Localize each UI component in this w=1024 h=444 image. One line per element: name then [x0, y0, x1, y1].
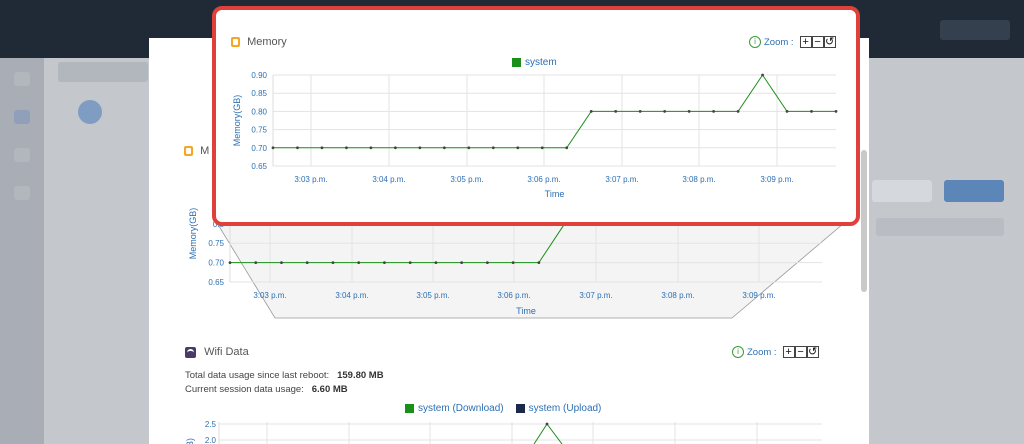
y-axis-label: (B) [185, 438, 195, 444]
memory-zoom-label: Zoom : [764, 36, 794, 48]
data-point[interactable] [460, 261, 464, 264]
wifi-section-title: Wifi Data [185, 346, 249, 358]
series-line-download [533, 423, 563, 444]
wifi-zoom-controls: i Zoom : + − ↺ [732, 346, 819, 358]
legend-label-upload[interactable]: system (Upload) [529, 403, 602, 414]
wifi-zoom-out-button[interactable]: − [794, 346, 807, 358]
wifi-total-label: Total data usage since last reboot: [185, 370, 330, 381]
y-tick-label: 2.0 [205, 436, 217, 444]
x-tick-label: 3:05 p.m. [416, 291, 449, 300]
data-point[interactable] [485, 261, 489, 264]
wifi-title-text: Wifi Data [204, 346, 249, 358]
callout-guide [213, 217, 852, 319]
x-tick-label: 3:06 p.m. [497, 291, 530, 300]
legend-swatch-system [512, 58, 521, 67]
wifi-icon [185, 346, 196, 358]
memory-zoom-reset-button[interactable]: ↺ [823, 36, 836, 48]
memory-icon [231, 37, 240, 48]
data-point[interactable] [545, 422, 549, 426]
wifi-chart: 2.0 2.5 (B) [185, 420, 822, 444]
memory-legend: system [512, 57, 557, 68]
legend-swatch-download [405, 404, 414, 413]
data-point[interactable] [537, 261, 541, 264]
info-icon: i [749, 36, 761, 48]
data-point[interactable] [511, 261, 515, 264]
info-icon: i [732, 346, 744, 358]
wifi-zoom-reset-button[interactable]: ↺ [806, 346, 819, 358]
memory-title-text: Memory [247, 36, 287, 48]
y-tick-label: 0.65 [208, 278, 224, 287]
legend-label-download[interactable]: system (Download) [418, 403, 504, 414]
wifi-session-label: Current session data usage: [185, 384, 304, 395]
data-point[interactable] [305, 261, 309, 264]
wifi-total-value: 159.80 MB [337, 370, 384, 381]
data-point[interactable] [254, 261, 258, 264]
data-point[interactable] [228, 261, 232, 264]
x-tick-label: 3:07 p.m. [579, 291, 612, 300]
y-tick-label: 2.5 [205, 420, 217, 429]
y-tick-label: 0.70 [208, 259, 224, 268]
x-tick-label: 3:04 p.m. [335, 291, 368, 300]
memory-zoom-out-button[interactable]: − [811, 36, 824, 48]
memory-zoom-controls: i Zoom : + − ↺ [749, 36, 836, 48]
wifi-zoom-label: Zoom : [747, 346, 777, 358]
data-point[interactable] [357, 261, 361, 264]
wifi-session-value: 6.60 MB [311, 384, 348, 395]
legend-label-system[interactable]: system [525, 57, 557, 68]
wifi-legend: system (Download) system (Upload) [405, 403, 601, 414]
data-point[interactable] [331, 261, 335, 264]
data-point[interactable] [280, 261, 283, 264]
memory-zoom-in-button[interactable]: + [799, 36, 812, 48]
x-axis-label: Time [516, 306, 536, 316]
data-point[interactable] [408, 261, 412, 264]
y-tick-label: 0.75 [208, 239, 224, 248]
legend-swatch-upload [515, 404, 525, 413]
y-axis-label: Memory(GB) [188, 208, 198, 260]
x-tick-label: 3:08 p.m. [661, 291, 694, 300]
x-tick-label: 3:09 p.m. [742, 291, 775, 300]
callout-memory-title: Memory [231, 36, 287, 48]
data-point[interactable] [383, 261, 386, 264]
wifi-total-usage: Total data usage since last reboot: 159.… [185, 370, 384, 381]
x-tick-label: 3:03 p.m. [253, 291, 286, 300]
wifi-zoom-in-button[interactable]: + [782, 346, 795, 358]
wifi-session-usage: Current session data usage: 6.60 MB [185, 384, 348, 395]
data-point[interactable] [434, 261, 438, 264]
